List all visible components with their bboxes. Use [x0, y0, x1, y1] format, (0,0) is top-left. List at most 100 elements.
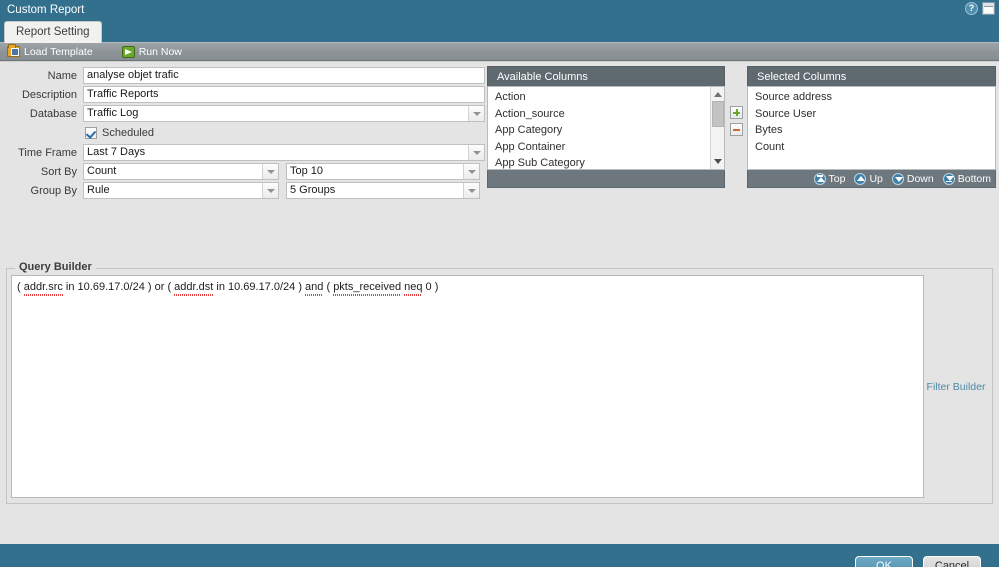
available-columns-list[interactable]: Action Action_source App Category App Co…: [487, 86, 725, 170]
list-item[interactable]: Bytes: [748, 122, 995, 139]
filter-builder-link[interactable]: Filter Builder: [927, 381, 986, 393]
scheduled-checkbox[interactable]: [85, 127, 97, 139]
dialog-footer: OK Cancel: [0, 544, 999, 567]
sort-by-select[interactable]: Count: [83, 163, 279, 180]
field-row-time-frame: Time Frame Last 7 Days: [0, 143, 485, 162]
report-settings-form: Name analyse objet trafic Description Tr…: [0, 66, 487, 222]
database-label: Database: [29, 107, 77, 120]
tab-report-setting[interactable]: Report Setting: [4, 21, 102, 43]
load-template-button[interactable]: Load Template: [6, 43, 99, 60]
load-template-label: Load Template: [24, 45, 93, 58]
tab-strip: Report Setting: [0, 20, 999, 43]
move-up-icon: [854, 172, 867, 185]
toolbar: Load Template Run Now: [0, 42, 999, 61]
list-item[interactable]: App Container: [488, 139, 710, 156]
move-up-button[interactable]: Up: [854, 172, 883, 185]
window-title: Custom Report: [7, 4, 85, 16]
ok-button[interactable]: OK: [855, 555, 913, 567]
available-columns-scrollbar[interactable]: [710, 87, 724, 169]
time-frame-value: Last 7 Days: [87, 146, 146, 158]
field-row-description: Description Traffic Reports: [0, 85, 485, 104]
move-up-label: Up: [869, 172, 883, 185]
move-bottom-label: Bottom: [957, 172, 991, 185]
move-bottom-button[interactable]: Bottom: [942, 172, 991, 185]
chevron-down-icon[interactable]: [463, 164, 479, 179]
list-item[interactable]: Source User: [748, 106, 995, 123]
query-builder-fieldset: Query Builder ( addr.src in 10.69.17.0/2…: [6, 261, 993, 504]
cancel-button[interactable]: Cancel: [923, 555, 981, 567]
group-by-groups-select[interactable]: 5 Groups: [286, 182, 480, 199]
description-label: Description: [21, 88, 77, 101]
time-frame-select[interactable]: Last 7 Days: [83, 144, 485, 161]
chevron-down-icon[interactable]: [468, 145, 484, 160]
group-by-groups-value: 5 Groups: [290, 184, 336, 196]
chevron-down-icon[interactable]: [262, 183, 278, 198]
list-item[interactable]: Count: [748, 139, 995, 156]
help-icon[interactable]: ?: [965, 2, 978, 15]
content-panel: Name analyse objet trafic Description Tr…: [0, 61, 999, 544]
database-value: Traffic Log: [87, 107, 139, 119]
folder-icon: [7, 44, 20, 57]
query-builder-legend: Query Builder: [15, 261, 96, 273]
scrollbar-thumb[interactable]: [712, 101, 724, 127]
selected-columns-footer: Top Up Down Bottom: [747, 170, 996, 188]
chevron-down-icon[interactable]: [463, 183, 479, 198]
field-row-scheduled: Scheduled: [0, 123, 485, 143]
group-by-select[interactable]: Rule: [83, 182, 279, 199]
minus-icon[interactable]: [729, 123, 743, 136]
field-row-name: Name analyse objet trafic: [0, 66, 485, 85]
list-item[interactable]: App Sub Category: [488, 155, 710, 169]
move-top-icon: [813, 172, 826, 185]
name-input[interactable]: analyse objet trafic: [83, 67, 485, 84]
list-item[interactable]: Action_source: [488, 106, 710, 123]
available-columns-footer: [487, 170, 725, 188]
chevron-down-icon[interactable]: [262, 164, 278, 179]
database-select[interactable]: Traffic Log: [83, 105, 485, 122]
description-input[interactable]: Traffic Reports: [83, 86, 485, 103]
query-text: ( addr.src in 10.69.17.0/24 ) or ( addr.…: [17, 281, 439, 296]
window-controls: ?: [965, 2, 995, 15]
window-title-bar: Custom Report ?: [0, 0, 999, 20]
query-builder-side: Filter Builder: [924, 275, 988, 498]
columns-selector: Available Columns Action Action_source A…: [487, 66, 999, 222]
run-now-label: Run Now: [138, 45, 182, 58]
sort-by-limit-value: Top 10: [290, 165, 324, 177]
field-row-sort-by: Sort By Count Top 10: [0, 162, 485, 181]
move-down-label: Down: [906, 172, 934, 185]
selected-columns-title: Selected Columns: [747, 66, 996, 86]
query-input[interactable]: ( addr.src in 10.69.17.0/24 ) or ( addr.…: [11, 275, 924, 498]
list-item[interactable]: Source address: [748, 89, 995, 106]
green-arrow-icon: [121, 45, 135, 58]
group-by-label: Group By: [30, 184, 77, 197]
selected-columns-panel: Selected Columns Source address Source U…: [747, 66, 996, 188]
available-columns-panel: Available Columns Action Action_source A…: [487, 66, 725, 188]
plus-icon[interactable]: [729, 106, 743, 119]
selected-columns-items: Source address Source User Bytes Count: [748, 87, 995, 169]
sort-by-label: Sort By: [40, 165, 77, 178]
list-item[interactable]: App Category: [488, 122, 710, 139]
move-down-button[interactable]: Down: [891, 172, 934, 185]
move-bottom-icon: [942, 172, 955, 185]
move-down-icon: [891, 172, 904, 185]
query-builder-inner: ( addr.src in 10.69.17.0/24 ) or ( addr.…: [11, 275, 988, 498]
group-by-value: Rule: [87, 184, 110, 196]
available-columns-items: Action Action_source App Category App Co…: [488, 87, 710, 169]
sort-by-limit-select[interactable]: Top 10: [286, 163, 480, 180]
restore-window-icon[interactable]: [982, 2, 995, 15]
move-top-label: Top: [828, 172, 846, 185]
available-columns-title: Available Columns: [487, 66, 725, 86]
run-now-button[interactable]: Run Now: [121, 43, 188, 60]
move-top-button[interactable]: Top: [813, 172, 846, 185]
scroll-down-icon[interactable]: [714, 159, 722, 164]
selected-columns-list[interactable]: Source address Source User Bytes Count: [747, 86, 996, 170]
scheduled-label: Scheduled: [102, 127, 154, 139]
name-label: Name: [47, 69, 77, 82]
list-item[interactable]: Action: [488, 89, 710, 106]
scroll-up-icon[interactable]: [714, 92, 722, 97]
transfer-buttons: [725, 66, 747, 136]
field-row-database: Database Traffic Log: [0, 104, 485, 123]
time-frame-label: Time Frame: [18, 146, 77, 159]
chevron-down-icon[interactable]: [468, 106, 484, 121]
sort-by-value: Count: [87, 165, 117, 177]
top-region: Name analyse objet trafic Description Tr…: [0, 62, 999, 222]
